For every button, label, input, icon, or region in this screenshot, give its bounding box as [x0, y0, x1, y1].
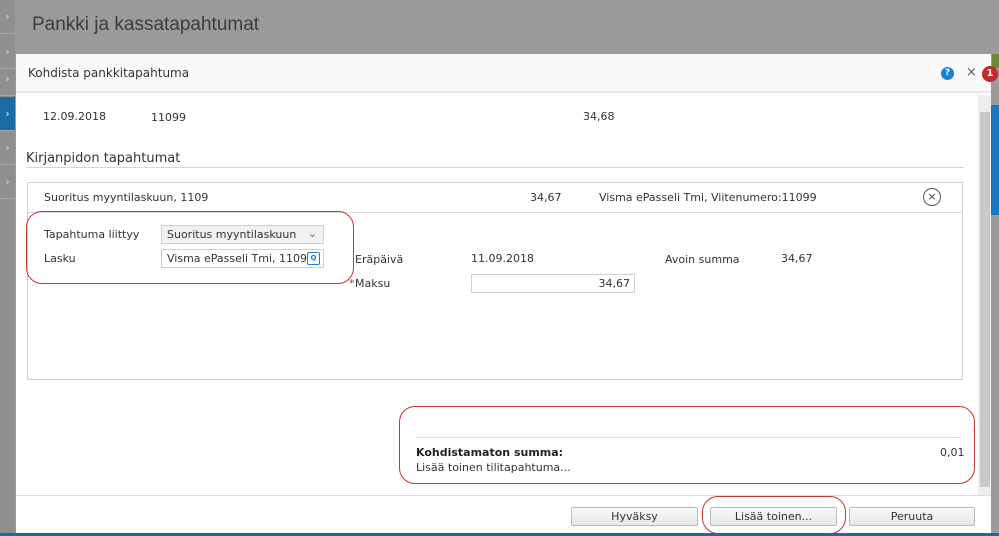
payment-label: Maksu	[355, 277, 391, 290]
due-date-label: Eräpäivä	[355, 253, 404, 266]
section-title: Kirjanpidon tapahtumat	[26, 151, 181, 166]
accept-button[interactable]: Hyväksy	[571, 507, 698, 526]
annotation-highlight	[399, 406, 975, 484]
ledger-entry-panel: Suoritus myyntilaskuun, 1109 34,67 Visma…	[26, 182, 963, 380]
entry-header: Suoritus myyntilaskuun, 1109 34,67 Visma…	[28, 183, 962, 213]
expand-chevron-icon[interactable]: ›	[0, 97, 15, 131]
notification-badge[interactable]: 1	[982, 66, 998, 82]
bank-reference: 11099	[151, 111, 186, 124]
annotation-highlight	[26, 211, 354, 284]
dialog-header: Kohdista pankkitapahtuma ? ×	[16, 54, 991, 93]
expand-chevron-icon[interactable]: ›	[0, 62, 15, 96]
allocate-bank-transaction-dialog: Kohdista pankkitapahtuma ? × 12.09.2018 …	[16, 54, 991, 536]
entry-title: Suoritus myyntilaskuun, 1109	[44, 191, 209, 204]
cancel-button[interactable]: Peruuta	[849, 507, 975, 526]
page-title: Pankki ja kassatapahtumat	[32, 14, 260, 35]
entry-description: Visma ePasseli Tmi, Viitenumero:11099	[599, 191, 817, 204]
bank-amount: 34,68	[583, 110, 615, 123]
scrollbar-thumb[interactable]	[980, 112, 990, 487]
remove-entry-icon[interactable]: ×	[923, 188, 941, 206]
divider	[26, 167, 964, 168]
left-nav-strip: › › › › › ›	[0, 0, 15, 536]
bank-date: 12.09.2018	[43, 110, 106, 123]
open-amount-label: Avoin summa	[665, 253, 740, 266]
help-icon[interactable]: ?	[941, 67, 954, 80]
required-marker: *	[349, 277, 355, 290]
entry-amount: 34,67	[530, 191, 562, 204]
open-amount-value: 34,67	[781, 252, 813, 265]
due-date-value: 11.09.2018	[471, 252, 534, 265]
expand-chevron-icon[interactable]: ›	[0, 0, 15, 34]
payment-input[interactable]: 34,67	[471, 274, 635, 293]
close-icon[interactable]: ×	[966, 65, 977, 80]
expand-chevron-icon[interactable]: ›	[0, 131, 15, 165]
divider	[16, 495, 991, 496]
annotation-highlight	[702, 496, 846, 534]
dialog-title: Kohdista pankkitapahtuma	[28, 66, 190, 80]
expand-chevron-icon[interactable]: ›	[0, 165, 15, 199]
